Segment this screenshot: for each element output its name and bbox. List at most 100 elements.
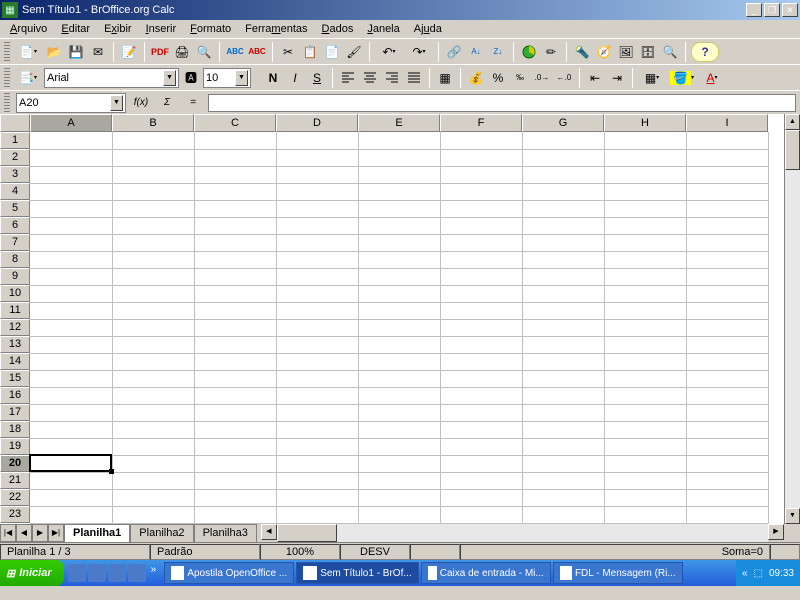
cell[interactable] <box>194 489 276 506</box>
cell[interactable] <box>276 421 358 438</box>
cell[interactable] <box>194 132 276 149</box>
cell[interactable] <box>358 455 440 472</box>
font-name-select[interactable]: Arial ▼ <box>44 68 179 88</box>
cell[interactable] <box>112 438 194 455</box>
row-header[interactable]: 19 <box>0 438 30 455</box>
currency-button[interactable]: 💰 <box>466 68 486 88</box>
ql-overflow-icon[interactable]: » <box>148 564 160 582</box>
gallery-button[interactable]: 🖼 <box>616 42 636 62</box>
tray-overflow-icon[interactable]: « <box>742 568 748 579</box>
number-fmt-button[interactable]: ‰ <box>510 68 530 88</box>
cell[interactable] <box>440 319 522 336</box>
scroll-thumb[interactable] <box>277 524 337 542</box>
scroll-right-icon[interactable]: ▶ <box>768 524 784 540</box>
cell[interactable] <box>358 234 440 251</box>
bgcolor-button[interactable]: 🪣▾ <box>668 68 696 88</box>
scroll-down-icon[interactable]: ▼ <box>785 508 800 524</box>
cell[interactable] <box>276 472 358 489</box>
cell[interactable] <box>194 285 276 302</box>
tab-nav-button[interactable]: ▶| <box>48 524 64 542</box>
cell[interactable] <box>112 336 194 353</box>
cell[interactable] <box>686 302 768 319</box>
cell[interactable] <box>440 370 522 387</box>
percent-button[interactable]: % <box>488 68 508 88</box>
show-draw-button[interactable]: ✏ <box>541 42 561 62</box>
cell[interactable] <box>112 353 194 370</box>
cell[interactable] <box>194 217 276 234</box>
row-header[interactable]: 22 <box>0 489 30 506</box>
cell[interactable] <box>604 149 686 166</box>
cell[interactable] <box>686 183 768 200</box>
cut-button[interactable]: ✂ <box>278 42 298 62</box>
cell[interactable] <box>30 506 112 523</box>
cell[interactable] <box>440 183 522 200</box>
align-left-button[interactable] <box>338 68 358 88</box>
cell[interactable] <box>686 387 768 404</box>
cell[interactable] <box>522 251 604 268</box>
fontcolor-button[interactable]: A▾ <box>698 68 726 88</box>
align-justify-button[interactable] <box>404 68 424 88</box>
cell[interactable] <box>604 370 686 387</box>
cell[interactable] <box>604 132 686 149</box>
format-paint-button[interactable]: 🖌 <box>344 42 364 62</box>
row-header[interactable]: 23 <box>0 506 30 523</box>
save-button[interactable]: 💾 <box>66 42 86 62</box>
cell[interactable] <box>604 489 686 506</box>
cell[interactable] <box>440 489 522 506</box>
cell[interactable] <box>686 421 768 438</box>
cell[interactable] <box>440 166 522 183</box>
scroll-up-icon[interactable]: ▲ <box>785 114 800 130</box>
sheet-tab[interactable]: Planilha1 <box>64 524 130 542</box>
row-header[interactable]: 13 <box>0 336 30 353</box>
menu-editar[interactable]: Editar <box>55 22 96 36</box>
tray-icon[interactable]: ⬚ <box>754 568 763 579</box>
cell[interactable] <box>30 421 112 438</box>
cell[interactable] <box>604 404 686 421</box>
cell[interactable] <box>112 472 194 489</box>
cell[interactable] <box>440 404 522 421</box>
edit-doc-button[interactable]: 📝 <box>119 42 139 62</box>
row-header[interactable]: 7 <box>0 234 30 251</box>
cell[interactable] <box>604 472 686 489</box>
cell[interactable] <box>358 319 440 336</box>
status-sum[interactable]: Soma=0 <box>460 544 770 560</box>
cell[interactable] <box>276 319 358 336</box>
cell[interactable] <box>30 319 112 336</box>
cell[interactable] <box>30 353 112 370</box>
cell[interactable] <box>194 149 276 166</box>
row-header[interactable]: 4 <box>0 183 30 200</box>
column-header[interactable]: C <box>194 114 276 132</box>
function-wizard-button[interactable]: f(x) <box>130 94 152 112</box>
cell[interactable] <box>358 217 440 234</box>
cell[interactable] <box>686 319 768 336</box>
cell[interactable] <box>604 319 686 336</box>
cell[interactable] <box>30 472 112 489</box>
toolbar-grip-icon[interactable] <box>4 42 10 62</box>
cells-area[interactable] <box>30 132 769 524</box>
cell[interactable] <box>358 353 440 370</box>
taskbar-task-button[interactable]: FDL - Mensagem (Ri... <box>553 562 683 584</box>
cell[interactable] <box>194 302 276 319</box>
cell[interactable] <box>522 149 604 166</box>
cell[interactable] <box>194 370 276 387</box>
status-zoom[interactable]: 100% <box>260 544 340 560</box>
cell[interactable] <box>358 370 440 387</box>
row-header[interactable]: 15 <box>0 370 30 387</box>
cell[interactable] <box>276 455 358 472</box>
cell[interactable] <box>112 455 194 472</box>
ql-mail-icon[interactable] <box>108 564 126 582</box>
cell[interactable] <box>522 455 604 472</box>
column-header[interactable]: B <box>112 114 194 132</box>
cell[interactable] <box>686 268 768 285</box>
cell[interactable] <box>30 200 112 217</box>
cell[interactable] <box>440 285 522 302</box>
navigator-button[interactable]: 🧭 <box>594 42 614 62</box>
cell[interactable] <box>522 370 604 387</box>
menu-ajuda[interactable]: Ajuda <box>408 22 448 36</box>
cell[interactable] <box>604 421 686 438</box>
cell[interactable] <box>686 438 768 455</box>
redo-button[interactable]: ↷▾ <box>405 42 433 62</box>
menu-arquivo[interactable]: Arquivo <box>4 22 53 36</box>
cell[interactable] <box>194 472 276 489</box>
cell[interactable] <box>112 268 194 285</box>
